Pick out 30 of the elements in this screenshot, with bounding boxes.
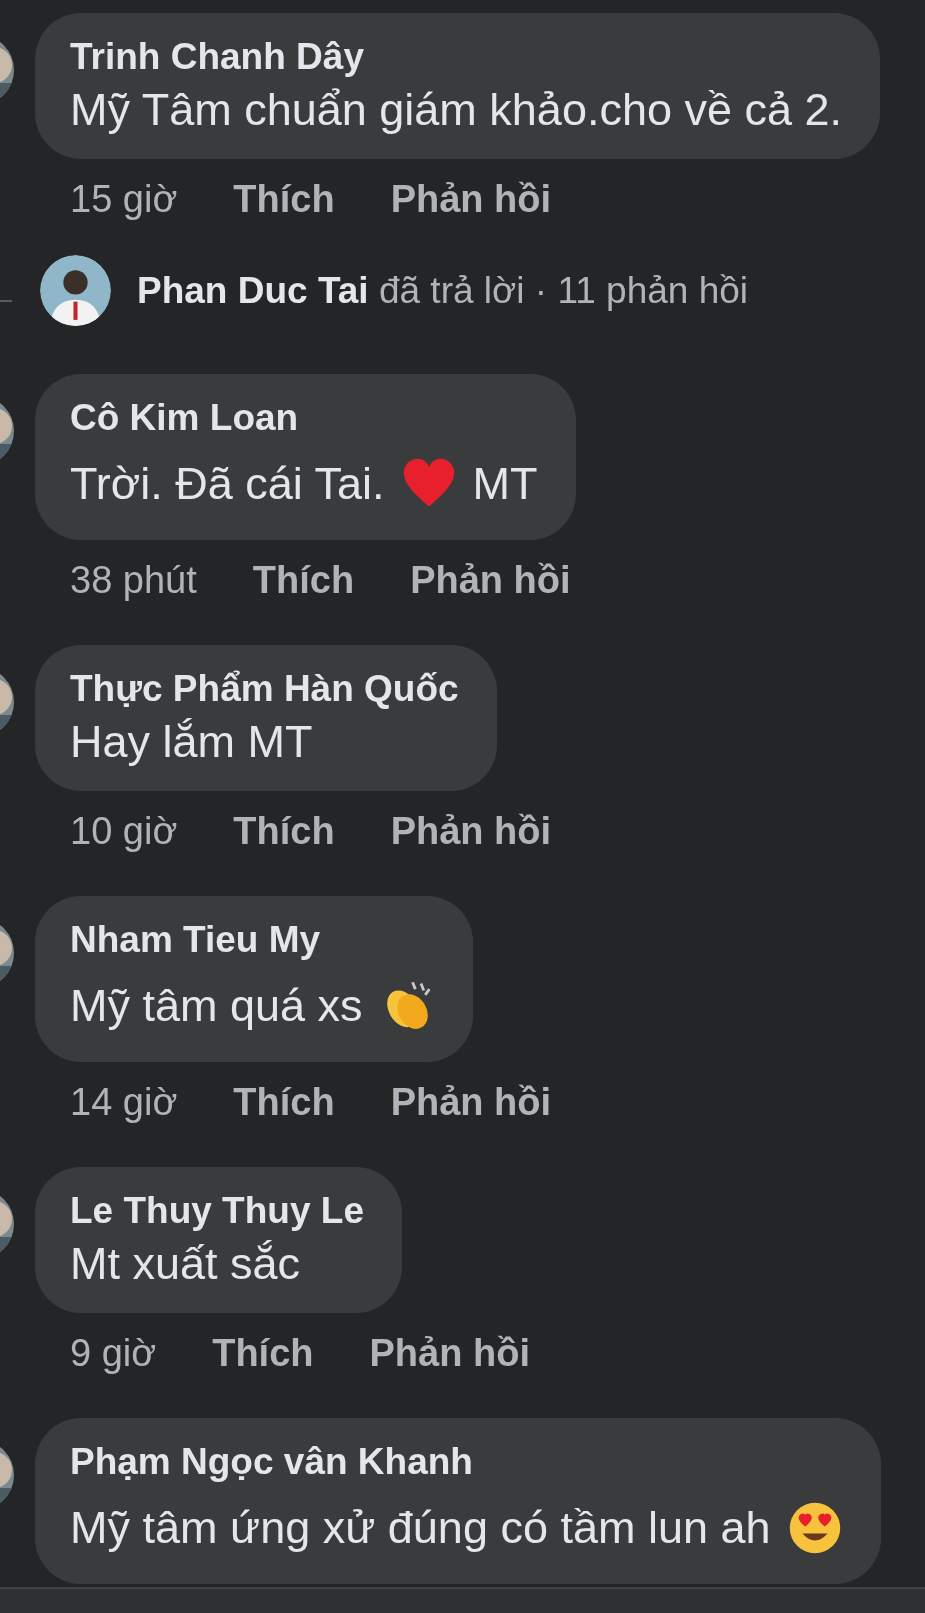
comment-time: 14 giờ	[70, 1080, 178, 1124]
author-name[interactable]: Cô Kim Loan	[70, 394, 538, 442]
reply-link[interactable]: Phản hồi	[369, 1331, 530, 1375]
author-name[interactable]: Trinh Chanh Dây	[70, 33, 843, 81]
reply-link[interactable]: Phản hồi	[410, 558, 571, 602]
comment-text: Mỹ Tâm chuẩn giám khảo.cho về cả 2.	[70, 83, 843, 137]
reply-link[interactable]: Phản hồi	[390, 1080, 552, 1124]
comment-time: 9 giờ	[70, 1331, 157, 1375]
like-link[interactable]: Thích	[212, 1331, 314, 1375]
replies-summary-link[interactable]: Phan Duc Tai đã trả lời · 11 phản hồi	[137, 269, 749, 312]
author-name[interactable]: Phạm Ngọc vân Khanh	[70, 1438, 843, 1486]
comment-text: Hay lắm MT	[70, 715, 313, 769]
author-name[interactable]: Le Thuy Thuy Le	[70, 1187, 364, 1235]
comment-time: 15 giờ	[70, 177, 178, 221]
like-link[interactable]: Thích	[252, 558, 355, 602]
reply-link[interactable]: Phản hồi	[390, 177, 552, 221]
comment-text: Mỹ tâm quá xs	[70, 979, 363, 1033]
comment-time: 38 phút	[70, 558, 197, 602]
comment-text: Mỹ tâm ứng xử đúng có tầm lun ah	[70, 1501, 771, 1555]
author-name[interactable]: Thực Phẩm Hàn Quốc	[70, 665, 459, 713]
like-link[interactable]: Thích	[233, 1080, 335, 1124]
reply-link[interactable]: Phản hồi	[390, 809, 552, 853]
comment-text: MT	[472, 457, 538, 511]
comment-time: 10 giờ	[70, 809, 178, 853]
author-name[interactable]: Nham Tieu My	[70, 916, 435, 964]
comment-text: Trời. Đã cái Tai.	[70, 457, 385, 511]
like-link[interactable]: Thích	[233, 177, 335, 221]
like-link[interactable]: Thích	[233, 809, 335, 853]
avatar[interactable]	[40, 255, 111, 326]
comment-text: Mt xuất sắc	[70, 1237, 301, 1291]
